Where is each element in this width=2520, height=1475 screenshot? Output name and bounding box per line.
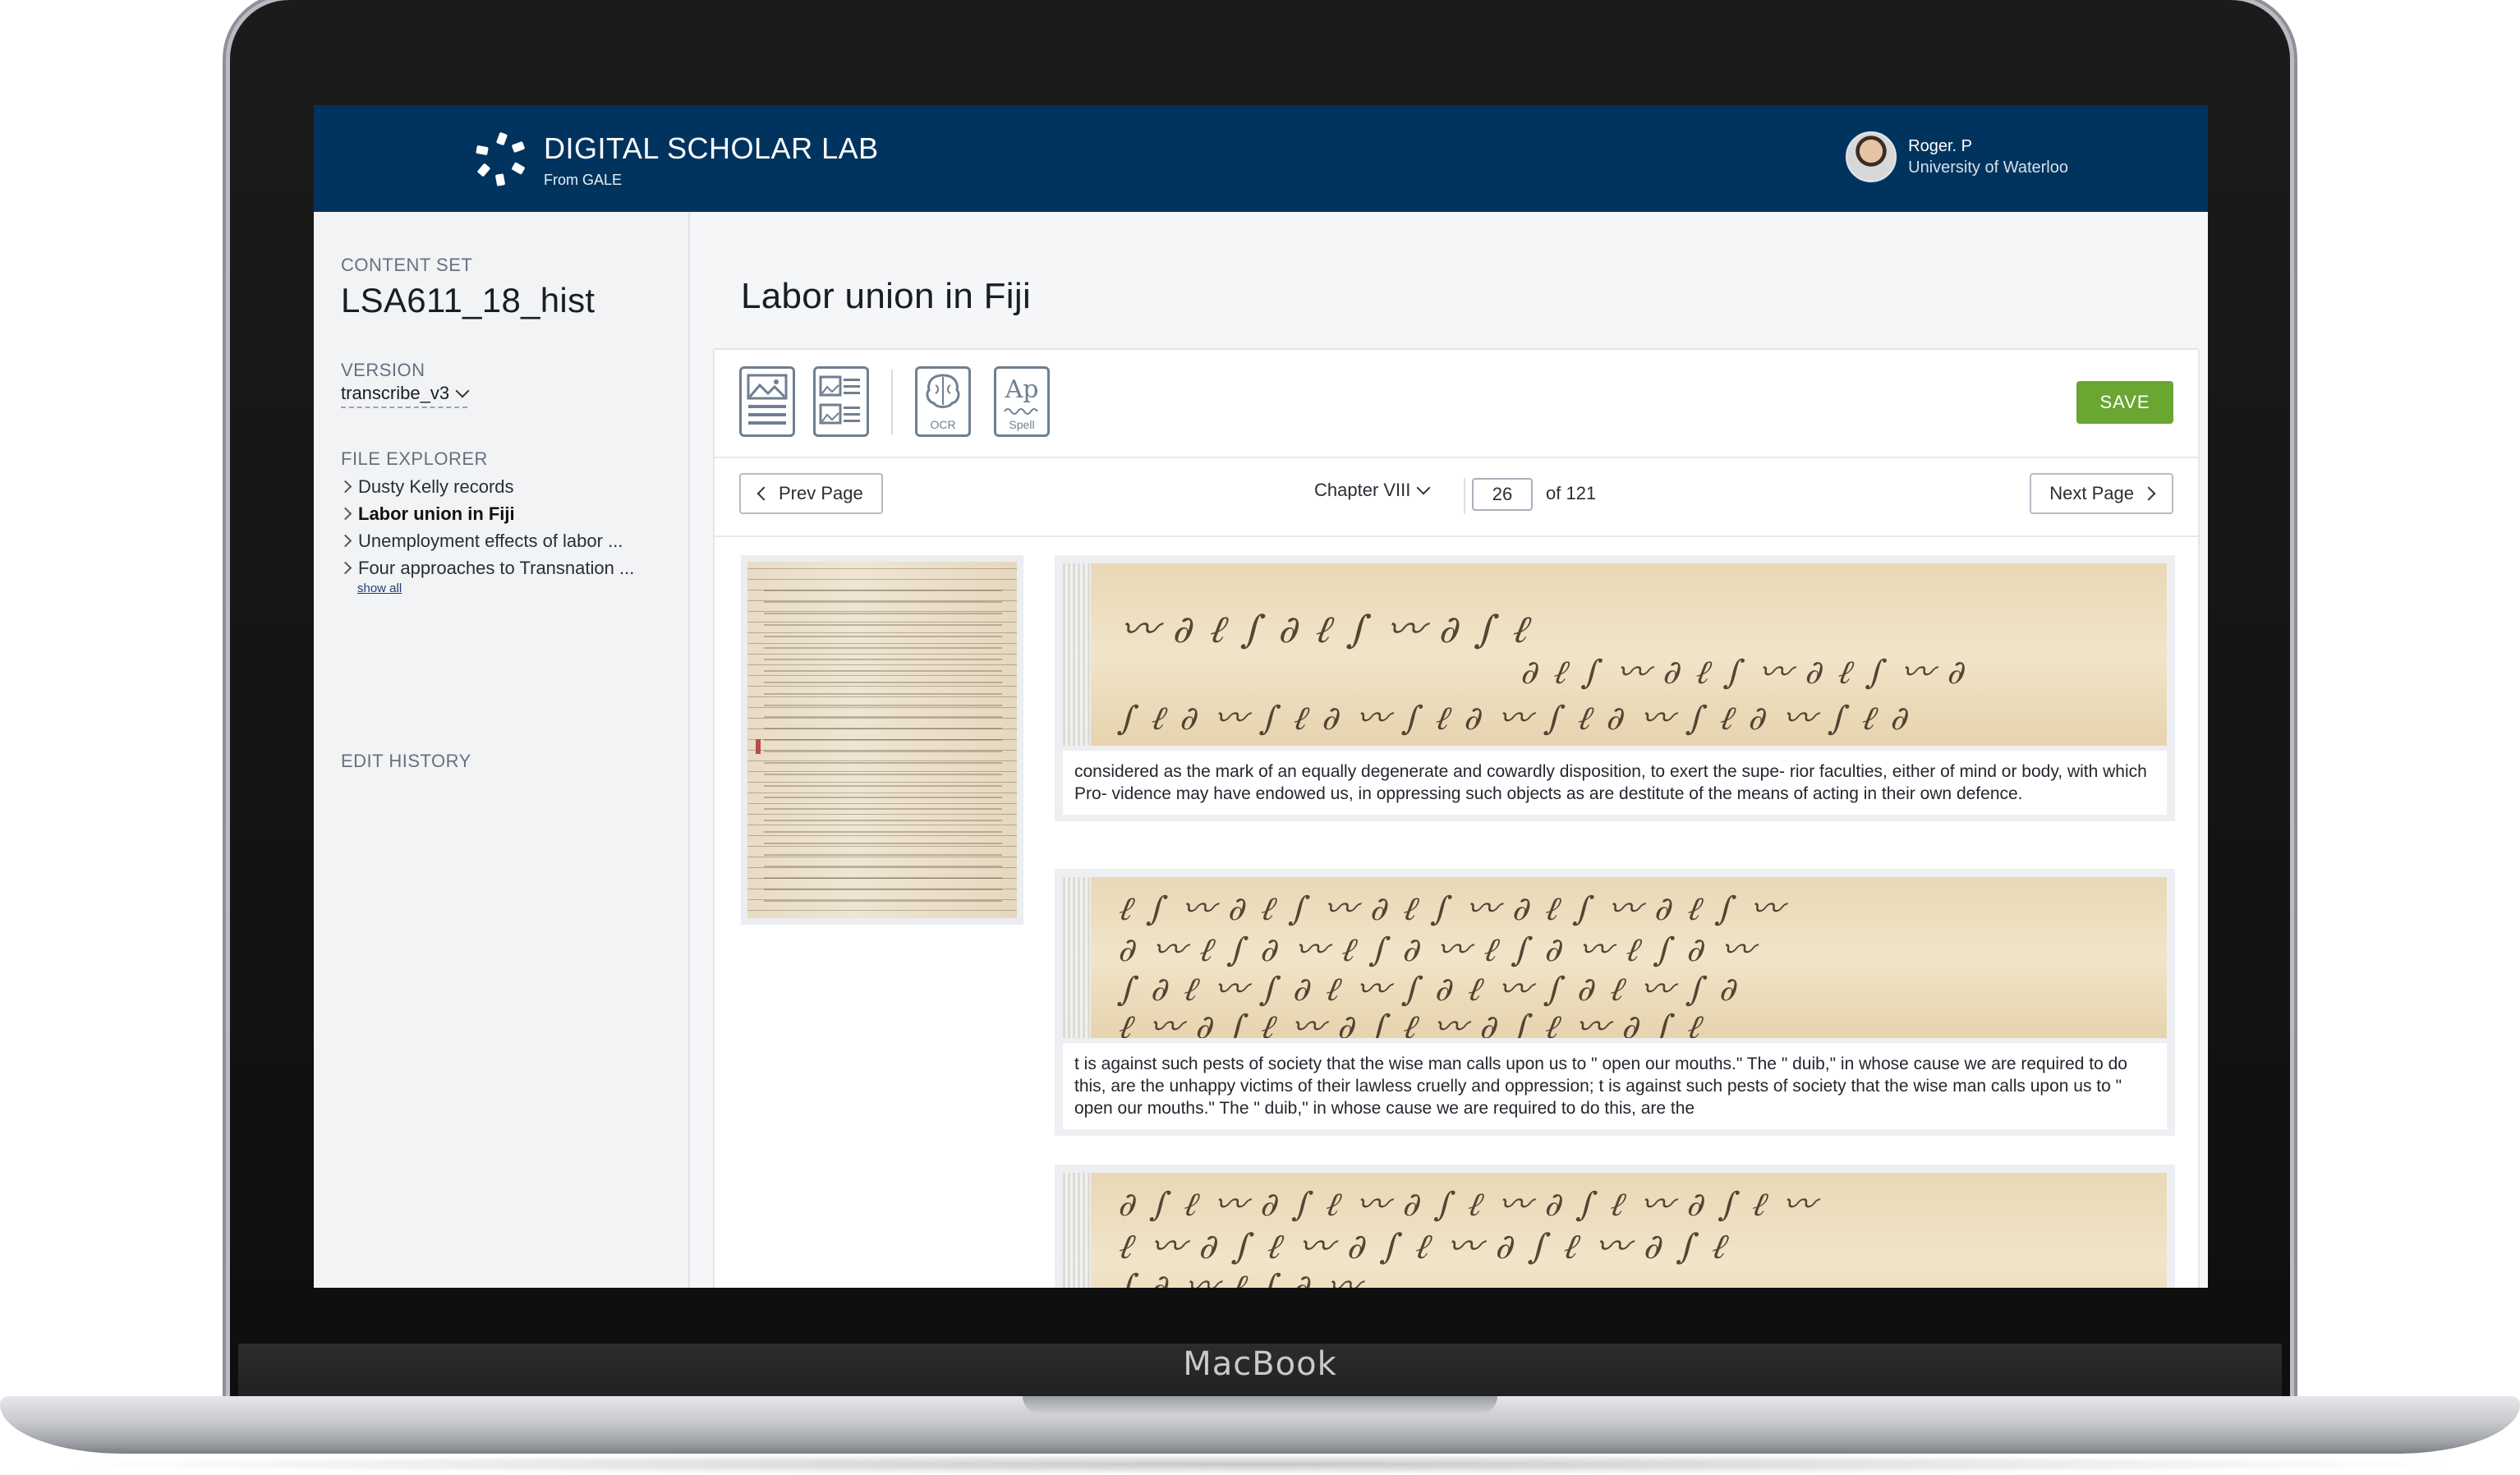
laptop-brand-label: MacBook xyxy=(1183,1345,1337,1383)
squiggle-underline-icon xyxy=(1004,408,1038,415)
content-set-label: CONTENT SET xyxy=(341,255,473,275)
chapter-value: Chapter VIII xyxy=(1314,480,1411,500)
user-org: University of Waterloo xyxy=(1908,159,2068,177)
laptop-shadow xyxy=(49,1454,2471,1475)
ocr-brain-icon xyxy=(926,374,960,408)
next-page-button[interactable]: Next Page xyxy=(2030,473,2173,514)
chevron-right-icon xyxy=(2141,486,2156,501)
user-menu[interactable]: Roger. P University of Waterloo xyxy=(1846,131,2068,182)
edit-history-label: EDIT HISTORY xyxy=(341,751,471,771)
chevron-right-icon xyxy=(341,507,352,521)
file-item-label: Unemployment effects of labor ... xyxy=(358,531,623,551)
spell-check-icon: Ap xyxy=(1005,375,1039,404)
ocr-tool[interactable]: OCR xyxy=(915,366,971,437)
transcription-snippet[interactable]: ℓ ∫ 〰 ∂ ℓ ∫ 〰 ∂ ℓ ∫ 〰 ∂ ℓ ∫ 〰 ∂ ℓ ∫ 〰 ∂ … xyxy=(1055,869,2175,1136)
manuscript-image: 〰 ∂ ℓ ∫ ∂ ℓ ∫ 〰 ∂ ∫ ℓ ∂ ℓ ∫ 〰 ∂ ℓ ∫ 〰 ∂ … xyxy=(1063,563,2167,746)
version-section: VERSION transcribe_v3 xyxy=(341,360,470,408)
chevron-right-icon xyxy=(341,480,352,494)
save-button[interactable]: SAVE xyxy=(2076,381,2173,424)
file-item-four-approaches[interactable]: Four approaches to Transnation ... xyxy=(341,554,669,581)
avatar[interactable] xyxy=(1846,131,1897,182)
app-title: DIGITAL SCHOLAR LAB xyxy=(544,131,879,165)
prev-page-label: Prev Page xyxy=(779,483,863,503)
top-bar: DIGITAL SCHOLAR LAB From GALE Roger. P U… xyxy=(314,105,2208,212)
nav-divider xyxy=(1464,478,1465,514)
chevron-down-icon xyxy=(455,384,470,398)
show-all-link[interactable]: show all xyxy=(357,581,669,595)
manuscript-image: ℓ ∫ 〰 ∂ ℓ ∫ 〰 ∂ ℓ ∫ 〰 ∂ ℓ ∫ 〰 ∂ ℓ ∫ 〰 ∂ … xyxy=(1063,877,2167,1038)
handwriting-line: ∫ ∂ 〰 ℓ ∫ ∂ 〰 xyxy=(1115,1268,1367,1288)
user-info: Roger. P University of Waterloo xyxy=(1908,136,2068,178)
chevron-right-icon xyxy=(341,534,352,548)
toolbar-divider xyxy=(891,370,893,435)
handwriting-line: ℓ 〰 ∂ ∫ ℓ 〰 ∂ ∫ ℓ 〰 ∂ ∫ ℓ 〰 ∂ ∫ ℓ xyxy=(1115,1009,1708,1038)
transcription-text[interactable]: t is against such pests of society that … xyxy=(1063,1043,2167,1129)
chapter-dropdown[interactable]: Chapter VIII xyxy=(1314,480,1431,501)
toolbar: OCR Ap Spell SAVE xyxy=(715,350,2198,458)
ocr-tool-label: OCR xyxy=(930,418,956,431)
image-list-tool[interactable] xyxy=(813,366,869,437)
next-page-label: Next Page xyxy=(2049,483,2134,503)
file-item-labor-union-in-fiji[interactable]: Labor union in Fiji xyxy=(341,500,669,527)
spell-tool-label: Spell xyxy=(1009,418,1035,431)
transcription-snippet[interactable]: ∂ ∫ ℓ 〰 ∂ ∫ ℓ 〰 ∂ ∫ ℓ 〰 ∂ ∫ ℓ 〰 ∂ ∫ ℓ 〰 … xyxy=(1055,1165,2175,1288)
file-item-label: Labor union in Fiji xyxy=(358,503,515,524)
file-list: Dusty Kelly records Labor union in Fiji … xyxy=(341,473,669,581)
handwriting-line: ∂ ℓ ∫ 〰 ∂ ℓ ∫ 〰 ∂ ℓ ∫ 〰 ∂ xyxy=(1518,654,1972,692)
page-total: of 121 xyxy=(1546,483,1597,503)
brand[interactable]: DIGITAL SCHOLAR LAB From GALE xyxy=(471,130,879,191)
file-explorer-section: FILE EXPLORER Dusty Kelly records Labor … xyxy=(341,448,669,595)
file-explorer-label: FILE EXPLORER xyxy=(341,448,488,469)
handwriting-line: ∫ ℓ ∂ 〰 ∫ ℓ ∂ 〰 ∫ ℓ ∂ 〰 ∫ ℓ ∂ 〰 ∫ ℓ ∂ 〰 … xyxy=(1115,700,1915,738)
brand-logo-icon xyxy=(476,132,525,186)
content-set-name: LSA611_18_hist xyxy=(341,281,596,319)
file-item-unemployment-effects[interactable]: Unemployment effects of labor ... xyxy=(341,527,669,554)
laptop-notch xyxy=(1023,1396,1497,1414)
brand-text: DIGITAL SCHOLAR LAB From GALE xyxy=(544,131,879,189)
chevron-down-icon xyxy=(1416,480,1431,495)
chevron-right-icon xyxy=(341,561,352,575)
file-item-label: Dusty Kelly records xyxy=(358,476,514,497)
image-document-tool[interactable] xyxy=(739,366,795,437)
version-label: VERSION xyxy=(341,360,425,380)
version-value: transcribe_v3 xyxy=(341,383,450,403)
prev-page-button[interactable]: Prev Page xyxy=(739,473,883,514)
edit-history-section[interactable]: EDIT HISTORY xyxy=(341,751,471,772)
file-item-label: Four approaches to Transnation ... xyxy=(358,558,635,578)
page-number-input[interactable] xyxy=(1472,478,1533,511)
thumbnail-red-mark xyxy=(756,739,761,754)
manuscript-thumbnail-image xyxy=(747,562,1017,918)
page-thumbnail[interactable] xyxy=(741,555,1023,925)
version-dropdown[interactable]: transcribe_v3 xyxy=(341,383,470,408)
image-document-icon xyxy=(747,374,788,425)
chevron-left-icon xyxy=(756,486,771,501)
content-set-section: CONTENT SET LSA611_18_hist xyxy=(341,255,595,320)
page-navigation: Prev Page Chapter VIII of 121 Next Page xyxy=(715,457,2198,537)
page-title: Labor union in Fiji xyxy=(741,276,1032,316)
document-panel: OCR Ap Spell SAVE Prev Page Chapter VIII xyxy=(713,348,2200,1288)
file-item-dusty-kelly-records[interactable]: Dusty Kelly records xyxy=(341,473,669,500)
transcription-snippet[interactable]: 〰 ∂ ℓ ∫ ∂ ℓ ∫ 〰 ∂ ∫ ℓ ∂ ℓ ∫ 〰 ∂ ℓ ∫ 〰 ∂ … xyxy=(1055,555,2175,821)
manuscript-image: ∂ ∫ ℓ 〰 ∂ ∫ ℓ 〰 ∂ ∫ ℓ 〰 ∂ ∫ ℓ 〰 ∂ ∫ ℓ 〰 … xyxy=(1063,1173,2167,1288)
transcription-text[interactable]: considered as the mark of an equally deg… xyxy=(1063,751,2167,815)
spell-tool[interactable]: Ap Spell xyxy=(994,366,1050,437)
user-name: Roger. P xyxy=(1908,137,1972,155)
app-subtitle: From GALE xyxy=(544,171,623,188)
app-screen: DIGITAL SCHOLAR LAB From GALE Roger. P U… xyxy=(314,105,2208,1288)
sidebar: CONTENT SET LSA611_18_hist VERSION trans… xyxy=(314,212,690,1288)
image-list-icon xyxy=(819,375,860,425)
